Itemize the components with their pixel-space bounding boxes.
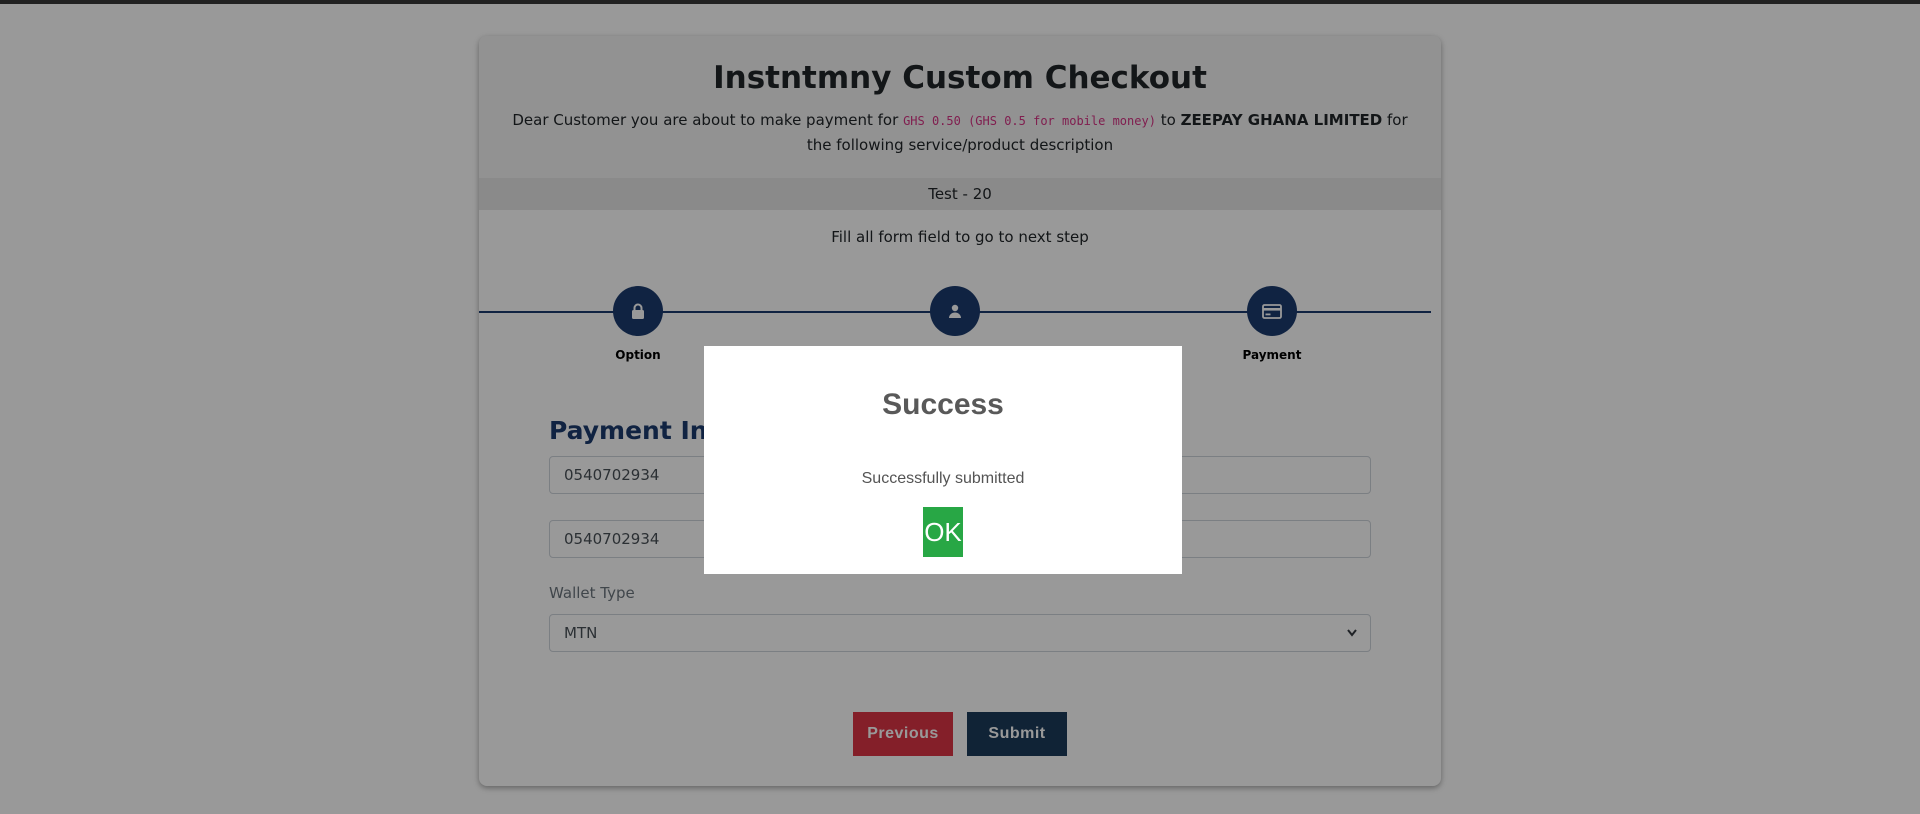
- ok-button[interactable]: OK: [923, 507, 963, 557]
- dialog-message: Successfully submitted: [861, 470, 1025, 487]
- dialog-title: Success: [882, 388, 1004, 421]
- success-dialog: Success Successfully submitted OK: [704, 346, 1182, 574]
